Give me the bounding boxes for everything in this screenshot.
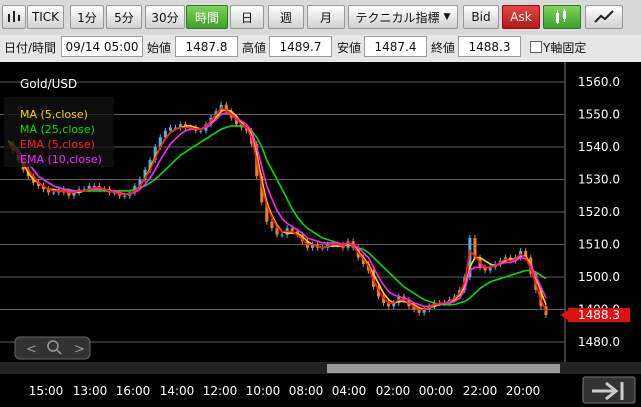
candle-body <box>270 221 274 229</box>
x-tick-label: 20:00 <box>506 384 541 398</box>
y-tick-label: 1540.0 <box>578 140 620 154</box>
candle-body <box>168 127 172 131</box>
x-tick-label: 10:00 <box>246 384 281 398</box>
datetime-value: 09/14 05:00 <box>61 36 143 57</box>
line-chart-icon <box>594 10 614 23</box>
5min-button-label: 5分 <box>114 10 134 25</box>
hour-button-label: 時間 <box>194 10 219 25</box>
30min-button[interactable]: 30分 <box>145 5 185 29</box>
y-tick-label: 1510.0 <box>578 238 620 252</box>
chart-navigation: < > <box>14 336 91 360</box>
1min-button-label: 1分 <box>77 10 97 25</box>
chart-title: Gold/USD <box>20 77 77 91</box>
bid-button[interactable]: Bid <box>463 5 499 29</box>
y-tick-label: 1480.0 <box>578 335 620 349</box>
bid-button-label: Bid <box>471 10 491 24</box>
price-chart[interactable]: 1560.0 1550.0 1540.0 1530.0 1520.0 1510.0 1500… <box>0 62 641 407</box>
tick-button-label: TICK <box>31 10 60 24</box>
30min-button-label: 30分 <box>151 10 179 25</box>
candle-body <box>275 228 279 235</box>
close-value: 1488.3 <box>458 36 521 57</box>
tick-button[interactable]: TICK <box>27 5 64 29</box>
candlestick-chart-icon <box>556 9 566 24</box>
legend-entry: EMA (5,close) <box>20 138 95 151</box>
y-tick-label: 1530.0 <box>578 173 620 187</box>
open-value: 1487.8 <box>175 36 238 57</box>
x-tick-label: 22:00 <box>463 384 498 398</box>
week-button-label: 週 <box>279 10 292 25</box>
ask-button-label: Ask <box>510 10 532 24</box>
candlestick-icon <box>8 11 20 22</box>
y-tick-label: 1500.0 <box>578 270 620 284</box>
scroll-right-icon[interactable]: > <box>74 342 85 357</box>
week-button[interactable]: 週 <box>268 5 304 29</box>
y-tick-label: 1520.0 <box>578 205 620 219</box>
x-tick-label: 00:00 <box>419 384 454 398</box>
day-button-label: 日 <box>240 10 253 25</box>
yaxis-fixed-label: Y軸固定 <box>543 41 587 55</box>
horizontal-scrollbar-thumb[interactable] <box>327 364 560 373</box>
legend-entry: MA (5,close) <box>20 108 88 121</box>
close-label: 終値 <box>431 41 456 55</box>
low-value: 1487.4 <box>364 36 427 57</box>
yaxis-fixed-checkbox[interactable] <box>530 41 542 53</box>
high-value: 1489.7 <box>269 36 332 57</box>
x-tick-label: 12:00 <box>203 384 238 398</box>
ohlc-info-bar: 日付/時間 09/14 05:00 始値 1487.8 高値 1489.7 安値… <box>0 35 641 59</box>
month-button-label: 月 <box>319 10 332 25</box>
month-button[interactable]: 月 <box>307 5 345 29</box>
candle-body <box>199 130 203 132</box>
x-tick-label: 13:00 <box>73 384 108 398</box>
x-tick-label: 14:00 <box>160 384 195 398</box>
candle-body <box>280 234 284 236</box>
line-chart-type-button[interactable] <box>585 5 623 29</box>
x-tick-label: 04:00 <box>332 384 367 398</box>
open-label: 始値 <box>147 41 172 55</box>
high-label: 高値 <box>242 41 267 55</box>
x-tick-label: 15:00 <box>29 384 64 398</box>
low-label: 安値 <box>337 41 362 55</box>
day-button[interactable]: 日 <box>230 5 264 29</box>
y-tick-label: 1550.0 <box>578 108 620 122</box>
last-price-marker: 1488.3 <box>560 308 630 323</box>
5min-button[interactable]: 5分 <box>106 5 142 29</box>
1min-button[interactable]: 1分 <box>70 5 104 29</box>
x-tick-label: 08:00 <box>289 384 324 398</box>
hour-button[interactable]: 時間 <box>186 5 228 29</box>
datetime-label: 日付/時間 <box>4 41 57 55</box>
candle-chart-toggle-button[interactable] <box>2 5 26 29</box>
ask-button[interactable]: Ask <box>502 5 540 29</box>
candlestick-chart-type-button[interactable] <box>543 5 581 29</box>
technical-indicator-dropdown[interactable]: テクニカル指標 ▼ <box>348 5 458 29</box>
toolbar: TICK 1分 5分 30分 時間 日 週 月 テクニカル指標 ▼ Bid As… <box>0 0 641 35</box>
dropdown-arrow-icon: ▼ <box>443 12 451 22</box>
x-tick-label: 02:00 <box>376 384 411 398</box>
candle-body <box>52 192 56 194</box>
last-price-label: 1488.3 <box>578 308 620 322</box>
candle-body <box>123 195 127 197</box>
scroll-left-icon[interactable]: < <box>26 342 37 357</box>
legend-entry: EMA (10,close) <box>20 153 102 166</box>
x-tick-label: 16:00 <box>116 384 151 398</box>
technical-indicator-label: テクニカル指標 <box>355 10 440 25</box>
y-tick-label: 1560.0 <box>578 75 620 89</box>
legend-entry: MA (25,close) <box>20 123 95 136</box>
